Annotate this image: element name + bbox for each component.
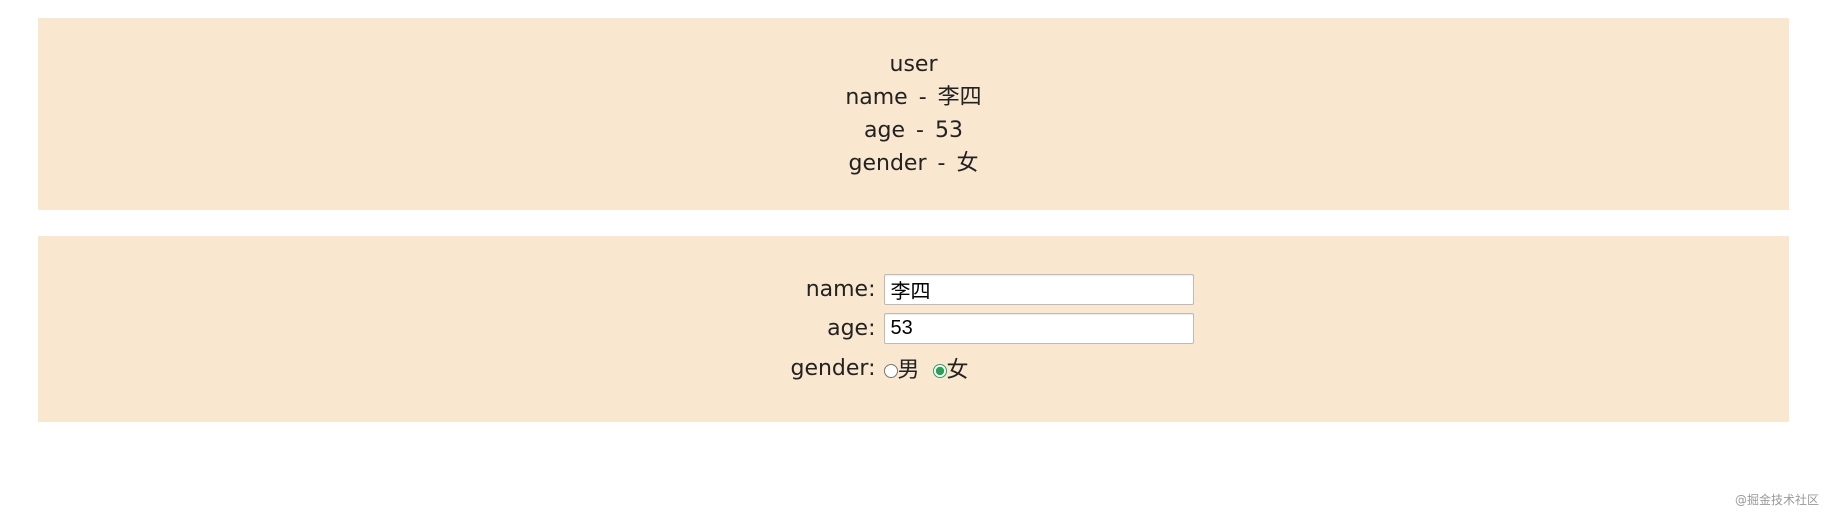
gender-option-male[interactable]: 男	[884, 358, 933, 383]
age-input[interactable]	[884, 313, 1194, 344]
separator: -	[905, 118, 935, 143]
display-name-row: name - 李四	[58, 81, 1769, 114]
display-age-value: 53	[935, 118, 963, 143]
display-gender-key: gender	[849, 151, 927, 176]
age-row: age:	[58, 313, 1769, 344]
gender-male-text: 男	[898, 358, 920, 383]
gender-female-text: 女	[947, 358, 969, 383]
display-name-value: 李四	[938, 85, 982, 110]
separator: -	[908, 85, 938, 110]
name-row: name:	[58, 274, 1769, 305]
gender-radio-female[interactable]	[933, 364, 947, 378]
gender-option-female[interactable]: 女	[933, 358, 975, 383]
display-title: user	[58, 48, 1769, 81]
separator: -	[927, 151, 957, 176]
gender-row: gender: 男 女	[58, 352, 1769, 384]
user-form-panel: name: age: gender: 男 女	[38, 236, 1789, 422]
gender-radio-group: 男 女	[884, 352, 1204, 384]
user-display-panel: user name - 李四 age - 53 gender - 女	[38, 18, 1789, 210]
display-age-row: age - 53	[58, 114, 1769, 147]
age-label: age:	[624, 316, 884, 341]
watermark: @掘金技术社区	[1735, 491, 1819, 508]
name-label: name:	[624, 277, 884, 302]
gender-label: gender:	[624, 356, 884, 381]
gender-radio-male[interactable]	[884, 364, 898, 378]
display-age-key: age	[864, 118, 905, 143]
name-input[interactable]	[884, 274, 1194, 305]
display-gender-row: gender - 女	[58, 147, 1769, 180]
display-gender-value: 女	[956, 151, 978, 176]
display-name-key: name	[845, 85, 907, 110]
